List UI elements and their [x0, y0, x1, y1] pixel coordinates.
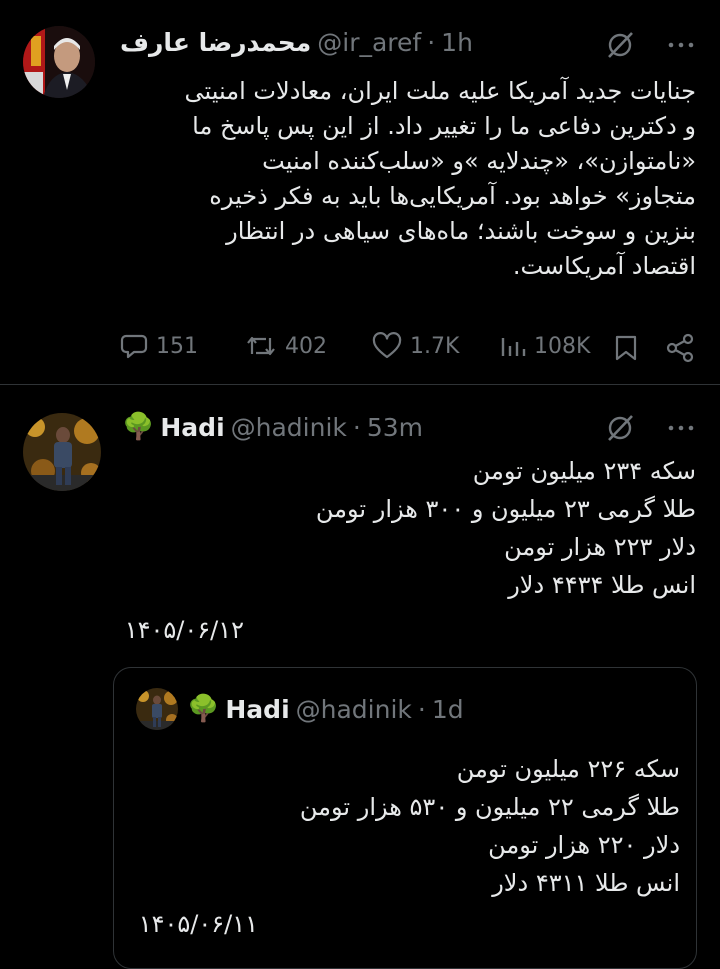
reply-icon: [120, 332, 148, 360]
repost-button[interactable]: 402: [245, 332, 327, 360]
post-text-line: اقتصاد آمریکاست.: [512, 252, 696, 280]
avatar[interactable]: [136, 688, 178, 730]
reply-button[interactable]: 151: [120, 332, 198, 360]
share-icon[interactable]: [665, 333, 695, 363]
post-time[interactable]: 1h: [441, 28, 473, 57]
reply-count: 151: [156, 333, 198, 359]
repost-icon: [245, 332, 277, 360]
like-icon: [372, 332, 402, 360]
slashed-circle-icon[interactable]: [604, 412, 636, 444]
views-icon: [500, 332, 526, 360]
post-date: ۱۴۰۵/۰۶/۱۱: [138, 910, 258, 938]
post-text-line: طلا گرمی ۲۲ میلیون و ۵۳۰ هزار تومن: [299, 793, 680, 821]
views-count: 108K: [534, 333, 591, 359]
post-time: 1d: [431, 694, 464, 724]
like-button[interactable]: 1.7K: [372, 332, 459, 360]
post-text-line: سکه ۲۲۶ میلیون تومن: [456, 755, 680, 783]
author-name[interactable]: محمدرضا عارف: [120, 28, 311, 57]
post-date: ۱۴۰۵/۰۶/۱۲: [124, 616, 244, 644]
author-name[interactable]: Hadi: [160, 413, 224, 442]
post-text-line: دلار ۲۲۳ هزار تومن: [504, 533, 696, 561]
post-divider: [0, 384, 720, 385]
post-text-line: انس طلا ۴۴۳۴ دلار: [508, 571, 696, 599]
post-text-line: «نامتوازن»، «چندلایه »و «سلب‌کننده امنیت: [262, 147, 696, 175]
time-separator: ·: [417, 694, 426, 724]
time-separator: ·: [427, 28, 436, 57]
post-text-line: انس طلا ۴۳۱۱ دلار: [492, 869, 680, 897]
post-text-line: سکه ۲۳۴ میلیون تومن: [472, 457, 696, 485]
author-name: Hadi: [225, 694, 290, 724]
post-text-line: جنایات جدید آمریکا علیه ملت ایران، معادل…: [184, 77, 696, 105]
post-text: جنایات جدید آمریکا علیه ملت ایران، معادل…: [118, 74, 696, 284]
post-text-line: طلا گرمی ۲۳ میلیون و ۳۰۰ هزار تومن: [315, 495, 696, 523]
post-text: سکه ۲۳۴ میلیون تومن طلا گرمی ۲۳ میلیون و…: [118, 452, 696, 604]
post-text-line: بنزین و سوخت باشند؛ ماه‌های سیاهی در انت…: [226, 217, 696, 245]
tree-emoji: 🌳: [187, 694, 220, 724]
post-text-line: دلار ۲۲۰ هزار تومن: [488, 831, 680, 859]
repost-count: 402: [285, 333, 327, 359]
avatar[interactable]: [23, 26, 95, 98]
author-handle[interactable]: @hadinik: [231, 413, 347, 442]
more-icon[interactable]: [666, 413, 696, 443]
post-text-line: متجاوز» خواهد بود. آمریکایی‌ها باید به ف…: [209, 182, 696, 210]
like-count: 1.7K: [410, 333, 460, 359]
author-handle: @hadinik: [295, 694, 412, 724]
more-icon[interactable]: [666, 30, 696, 60]
post-time[interactable]: 53m: [367, 413, 423, 442]
avatar[interactable]: [23, 413, 101, 491]
tree-emoji: 🌳: [122, 412, 155, 442]
time-separator: ·: [352, 412, 361, 442]
post-text-line: و دکترین دفاعی ما را تغییر داد. از این پ…: [192, 112, 696, 140]
bookmark-icon[interactable]: [613, 334, 639, 362]
author-handle[interactable]: @ir_aref: [317, 28, 421, 57]
slashed-circle-icon[interactable]: [604, 29, 636, 61]
views-button[interactable]: 108K: [500, 332, 590, 360]
quoted-post-text: سکه ۲۲۶ میلیون تومن طلا گرمی ۲۲ میلیون و…: [140, 750, 680, 902]
